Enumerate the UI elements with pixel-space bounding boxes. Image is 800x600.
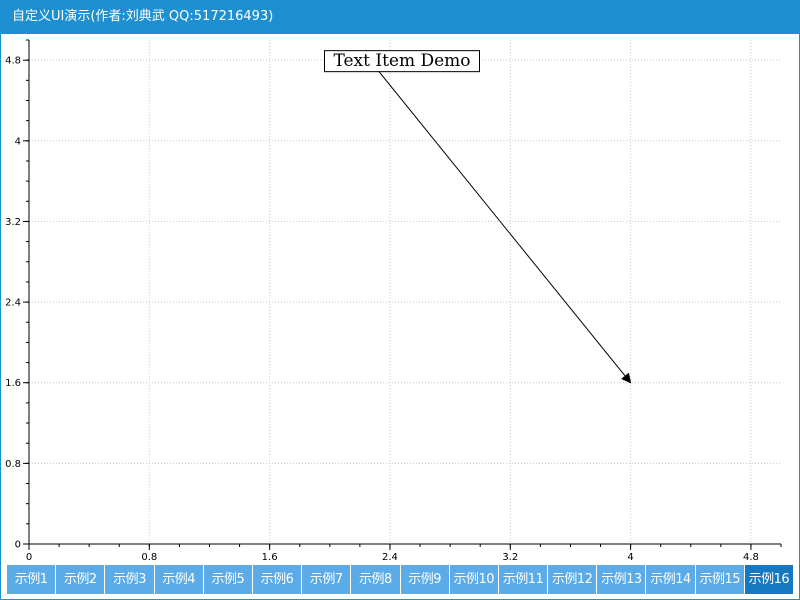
annotation-arrow <box>376 68 632 384</box>
y-tick-label: 0 <box>15 540 21 551</box>
app-window: 自定义UI演示(作者:刘典武 QQ:517216493) 0 0.8 1.6 2.4 3… <box>0 0 800 600</box>
y-tick-label: 0.8 <box>5 459 21 470</box>
tab-example-15[interactable]: 示例15 <box>695 565 745 594</box>
tab-example-7[interactable]: 示例7 <box>302 565 352 594</box>
tab-example-2[interactable]: 示例2 <box>56 565 106 594</box>
tab-example-12[interactable]: 示例12 <box>548 565 598 594</box>
x-tick-label: 0.8 <box>141 552 157 563</box>
tab-example-11[interactable]: 示例11 <box>498 565 549 594</box>
window-title: 自定义UI演示(作者:刘典武 QQ:517216493) <box>12 9 274 24</box>
y-tick-label: 4.8 <box>5 56 21 67</box>
tab-example-4[interactable]: 示例4 <box>154 565 204 594</box>
tab-example-13[interactable]: 示例13 <box>597 565 647 594</box>
tab-bar: 示例1 示例2 示例3 示例4 示例5 示例6 示例7 示例8 示例9 示例10 示例11 示例12 示… <box>7 565 793 594</box>
grid <box>29 40 781 544</box>
x-tick-label: 3.2 <box>502 552 518 563</box>
annotation: Text Item Demo <box>324 50 632 384</box>
tab-example-8[interactable]: 示例8 <box>351 565 401 594</box>
title-bar[interactable]: 自定义UI演示(作者:刘典武 QQ:517216493) <box>1 1 799 34</box>
axes: 0 0.8 1.6 2.4 3.2 4 4.8 0 0.8 1.6 2.4 3.2 4 4.8 <box>5 39 782 563</box>
y-tick-label: 3.2 <box>5 217 21 228</box>
x-tick-label: 4 <box>627 552 633 563</box>
tab-example-6[interactable]: 示例6 <box>252 565 303 594</box>
tab-example-16[interactable]: 示例16 <box>744 565 793 594</box>
y-tick-label: 1.6 <box>5 378 21 389</box>
x-tick-label: 0 <box>26 552 32 563</box>
tab-example-1[interactable]: 示例1 <box>7 565 57 594</box>
plot-area[interactable]: 0 0.8 1.6 2.4 3.2 4 4.8 0 0.8 1.6 2.4 3.2 4 4.8 Text … <box>1 34 799 564</box>
tab-example-14[interactable]: 示例14 <box>646 565 696 594</box>
x-tick-label: 1.6 <box>262 552 278 563</box>
tab-example-3[interactable]: 示例3 <box>105 565 155 594</box>
chart[interactable]: 0 0.8 1.6 2.4 3.2 4 4.8 0 0.8 1.6 2.4 3.2 4 4.8 Text … <box>1 34 799 564</box>
x-tick-label: 4.8 <box>743 552 759 563</box>
tab-example-5[interactable]: 示例5 <box>203 565 253 594</box>
tab-example-9[interactable]: 示例9 <box>400 565 450 594</box>
tab-example-10[interactable]: 示例10 <box>449 565 499 594</box>
annotation-text: Text Item Demo <box>333 51 470 71</box>
y-tick-label: 2.4 <box>5 298 21 309</box>
x-tick-label: 2.4 <box>382 552 398 563</box>
y-tick-label: 4 <box>15 136 21 147</box>
